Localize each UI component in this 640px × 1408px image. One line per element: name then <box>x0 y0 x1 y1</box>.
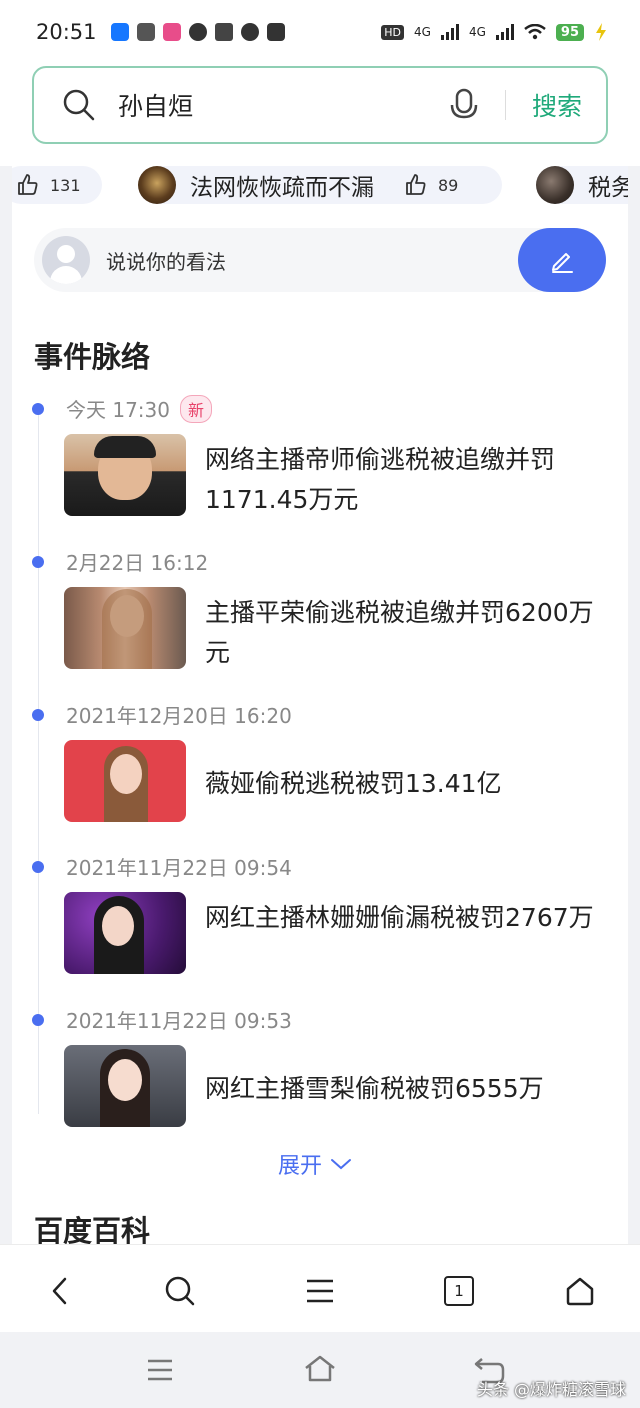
write-comment-button[interactable] <box>518 228 606 292</box>
user-avatar <box>42 236 90 284</box>
event-date: 2021年11月22日 09:53 <box>66 1009 292 1033</box>
translate-icon <box>214 23 233 41</box>
event-title[interactable]: 主播平荣偷逃税被追缴并罚6200万元 <box>205 593 605 673</box>
chevron-down-icon <box>331 1159 352 1170</box>
tab-count-icon: 1 <box>444 1276 474 1306</box>
tab-count: 1 <box>454 1282 464 1300</box>
star-icon <box>266 23 285 41</box>
system-indicators: HD 4G 4G 95 <box>381 23 608 41</box>
chip-likes-1[interactable]: 131 <box>12 166 102 204</box>
event-date: 今天 17:30 新 <box>66 394 213 423</box>
wifi-icon <box>524 24 546 40</box>
event-thumbnail[interactable] <box>64 1045 186 1127</box>
network-2-label: 4G <box>468 25 486 39</box>
chip-topic-2[interactable]: 法网恢恢疏而不漏 89 <box>138 166 502 204</box>
signal-2-icon <box>495 24 514 40</box>
home-button[interactable] <box>560 1271 600 1311</box>
hd-icon: HD <box>381 24 405 40</box>
event-date: 2月22日 16:12 <box>66 551 209 575</box>
weibo-icon <box>162 23 181 41</box>
timeline-dot <box>32 1014 44 1026</box>
timeline-dot <box>32 861 44 873</box>
search-box[interactable]: 孙自烜 搜索 <box>32 66 608 144</box>
expand-button[interactable]: 展开 <box>278 1148 352 1180</box>
timeline-dot <box>32 709 44 721</box>
status-time: 20:51 <box>36 20 97 44</box>
compass-icon <box>240 23 259 41</box>
chat-bubble-icon <box>188 23 207 41</box>
topic-chips: 131 法网恢恢疏而不漏 89 税务 <box>12 166 628 206</box>
system-navigation-bar: 头条 @爆炸糖滚雪球 <box>0 1332 640 1408</box>
menu-icon <box>307 1279 333 1303</box>
timeline-line <box>38 404 39 1114</box>
search-area: 孙自烜 搜索 <box>0 64 640 166</box>
chip-likes-count: 131 <box>50 175 81 195</box>
search-button[interactable]: 搜索 <box>532 87 582 123</box>
event-title[interactable]: 薇娅偷税逃税被罚13.41亿 <box>205 764 605 804</box>
event-date: 2021年11月22日 09:54 <box>66 856 292 880</box>
tabs-button[interactable]: 1 <box>439 1271 479 1311</box>
chip-title: 税务 <box>588 175 628 201</box>
toutiao-icon <box>136 23 155 41</box>
alipay-icon <box>110 23 129 41</box>
chip-avatar <box>536 166 574 204</box>
battery-indicator: 95 <box>555 23 584 41</box>
menu-button[interactable] <box>300 1271 340 1311</box>
event-thumbnail[interactable] <box>64 434 186 516</box>
chevron-left-icon <box>52 1277 67 1305</box>
event-title[interactable]: 网红主播雪梨偷税被罚6555万 <box>205 1069 605 1109</box>
comment-bar[interactable]: 说说你的看法 <box>34 228 606 292</box>
network-1-label: 4G <box>414 25 431 39</box>
browser-toolbar: 1 <box>0 1244 640 1332</box>
watermark: 头条 @爆炸糖滚雪球 <box>476 1380 626 1399</box>
event-title[interactable]: 网络主播帝师偷逃税被追缴并罚1171.45万元 <box>205 440 605 520</box>
thumbs-up-icon <box>406 174 426 195</box>
event-thumbnail[interactable] <box>64 892 186 974</box>
timeline-title: 事件脉络 <box>34 340 151 374</box>
event-date-text: 今天 17:30 <box>66 398 170 422</box>
system-home-icon[interactable] <box>303 1354 337 1384</box>
search-icon <box>165 1276 195 1306</box>
signal-1-icon <box>440 24 459 40</box>
back-button[interactable] <box>40 1271 80 1311</box>
chip-topic-3[interactable]: 税务 <box>536 166 628 204</box>
thumbs-up-icon <box>18 174 38 195</box>
recent-apps-icon[interactable] <box>146 1358 174 1382</box>
event-title[interactable]: 网红主播林姗姗偷漏税被罚2767万 <box>205 898 605 938</box>
new-badge: 新 <box>180 394 213 423</box>
chip-title: 法网恢恢疏而不漏 <box>190 175 374 201</box>
event-thumbnail[interactable] <box>64 740 186 822</box>
search-input[interactable]: 孙自烜 <box>118 87 449 123</box>
timeline-dot <box>32 403 44 415</box>
expand-label: 展开 <box>278 1154 323 1179</box>
chip-avatar <box>138 166 176 204</box>
pencil-icon <box>552 253 573 273</box>
status-bar: 20:51 HD 4G 4G 95 <box>0 0 640 64</box>
microphone-icon[interactable] <box>449 88 479 122</box>
search-divider <box>504 90 506 120</box>
event-date: 2021年12月20日 16:20 <box>66 704 292 728</box>
chip-likes-count: 89 <box>438 175 459 195</box>
baike-section-title: 百度百科 <box>34 1214 151 1244</box>
content-card: 131 法网恢恢疏而不漏 89 税务 说说你的看法 事件脉络 今天 17:30 新 <box>12 166 628 1244</box>
search-icon <box>63 89 95 121</box>
search-tab-button[interactable] <box>160 1271 200 1311</box>
event-thumbnail[interactable] <box>64 587 186 669</box>
notification-icons <box>110 23 285 41</box>
comment-placeholder: 说说你的看法 <box>106 249 226 274</box>
home-icon <box>566 1277 594 1306</box>
charging-icon <box>596 23 606 41</box>
timeline-dot <box>32 556 44 568</box>
